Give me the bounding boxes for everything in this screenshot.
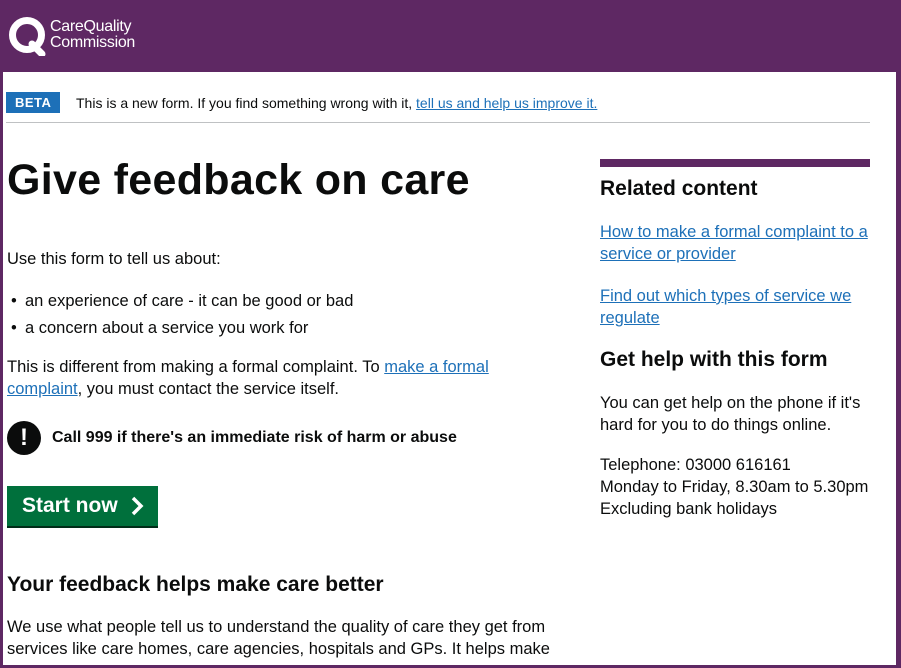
warning-text: Call 999 if there's an immediate risk of… <box>52 429 457 446</box>
sidebar-accent-bar <box>600 159 870 167</box>
feedback-link[interactable]: tell us and help us improve it. <box>416 95 597 111</box>
beta-message: This is a new form. If you find somethin… <box>76 95 597 111</box>
complaint-note-suffix: , you must contact the service itself. <box>77 380 339 398</box>
opening-hours: Monday to Friday, 8.30am to 5.30pm <box>600 478 869 496</box>
complaint-note: This is different from making a formal c… <box>7 356 547 400</box>
page-title: Give feedback on care <box>7 156 470 204</box>
help-heading: Get help with this form <box>600 348 828 371</box>
chevron-right-icon <box>131 496 144 516</box>
related-link-service-types[interactable]: Find out which types of service we regul… <box>600 285 870 329</box>
main-column: Give feedback on care Use this form to t… <box>7 156 577 658</box>
logo-text-line1: CareQuality <box>50 18 132 35</box>
beta-tag: BETA <box>6 92 61 113</box>
beta-banner: BETA This is a new form. If you find som… <box>6 92 870 123</box>
cqc-logo-icon <box>9 17 46 56</box>
page-content: BETA This is a new form. If you find som… <box>3 72 896 665</box>
help-text: You can get help on the phone if it's ha… <box>600 394 861 434</box>
telephone-number: Telephone: 03000 616161 <box>600 456 791 474</box>
related-content-heading: Related content <box>600 177 758 200</box>
beta-message-text: This is a new form. If you find somethin… <box>76 95 413 111</box>
feedback-heading: Your feedback helps make care better <box>7 573 384 596</box>
contact-details: Telephone: 03000 616161 Monday to Friday… <box>600 454 870 520</box>
start-now-button[interactable]: Start now <box>7 486 158 526</box>
related-link-formal-complaint[interactable]: How to make a formal complaint to a serv… <box>600 221 870 265</box>
complaint-note-prefix: This is different from making a formal c… <box>7 358 385 376</box>
start-now-label: Start now <box>22 494 118 517</box>
list-item: an experience of care - it can be good o… <box>7 288 353 315</box>
hours-exclusions: Excluding bank holidays <box>600 500 778 518</box>
exclamation-icon: ! <box>7 421 41 455</box>
cqc-logo[interactable]: CareQuality Commission <box>8 16 148 58</box>
logo-text-line2: Commission <box>50 34 136 51</box>
list-item: a concern about a service you work for <box>7 315 353 342</box>
topic-list: an experience of care - it can be good o… <box>7 288 353 342</box>
intro-text: Use this form to tell us about: <box>7 250 221 268</box>
site-header: CareQuality Commission <box>0 0 901 72</box>
feedback-paragraph: We use what people tell us to understand… <box>7 618 550 658</box>
